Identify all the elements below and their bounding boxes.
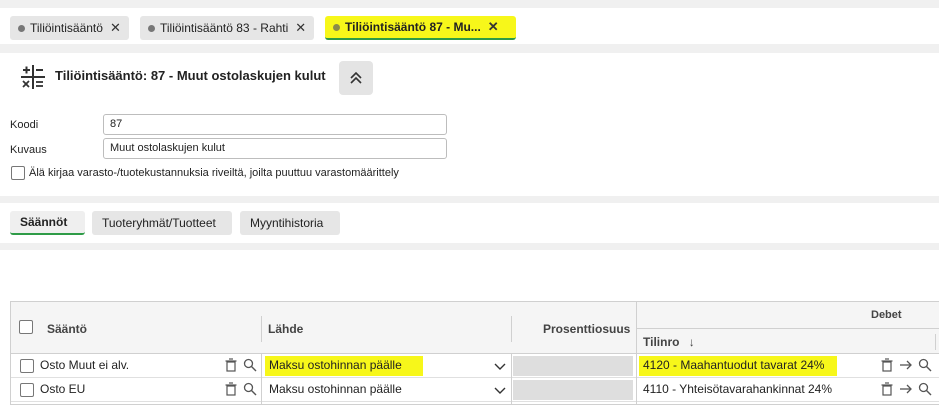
calculator-icon	[21, 65, 45, 89]
double-chevron-up-icon	[350, 71, 362, 84]
search-icon[interactable]	[918, 358, 932, 372]
kuvaus-field[interactable]: Muut ostolaskujen kulut	[103, 138, 447, 159]
tab-tiliointisaanto-87[interactable]: Tiliöintisääntö 87 - Mu... ✕	[325, 16, 516, 40]
tab-label: Tiliöintisääntö	[30, 21, 103, 35]
tab-status-dot	[333, 23, 340, 31]
koodi-field[interactable]: 87	[103, 114, 447, 135]
column-divider[interactable]	[935, 334, 936, 350]
tab-myyntihistoria[interactable]: Myyntihistoria	[240, 211, 340, 235]
inventory-checkbox[interactable]	[11, 166, 25, 180]
column-header-lahde[interactable]: Lähde	[268, 322, 303, 336]
arrow-right-icon[interactable]	[899, 382, 913, 396]
chevron-down-icon[interactable]	[493, 384, 507, 398]
source-select-value[interactable]: Maksu ostohinnan päälle	[269, 358, 402, 372]
column-divider	[636, 354, 637, 405]
account-value[interactable]: 4120 - Maahantuodut tavarat 24%	[643, 358, 824, 372]
tab-tuoteryhmat[interactable]: Tuoteryhmät/Tuotteet	[92, 211, 232, 235]
percentage-cell[interactable]	[513, 356, 633, 376]
collapse-button[interactable]	[339, 61, 373, 95]
column-divider[interactable]	[261, 316, 262, 342]
percentage-cell[interactable]	[513, 380, 633, 400]
row-checkbox[interactable]	[20, 383, 34, 397]
grid-header: Sääntö Lähde Prosenttiosuus Debet Tilinr…	[11, 302, 939, 354]
source-select-value[interactable]: Maksu ostohinnan päälle	[269, 382, 402, 396]
kuvaus-label: Kuvaus	[10, 144, 47, 156]
trash-icon[interactable]	[880, 382, 894, 396]
table-row[interactable]: Osto Muut ei alv. Maksu ostohinnan pääll…	[11, 354, 939, 378]
tab-label: Tiliöintisääntö 87 - Mu...	[345, 20, 481, 34]
column-header-tilinro[interactable]: Tilinro ↓	[643, 335, 695, 349]
chevron-down-icon[interactable]	[493, 360, 507, 374]
tab-status-dot	[148, 24, 155, 32]
column-divider	[511, 354, 512, 405]
close-icon[interactable]: ✕	[295, 20, 306, 36]
rule-name: Osto Muut ei alv.	[40, 358, 130, 372]
trash-icon[interactable]	[224, 382, 238, 396]
tab-status-dot	[18, 24, 25, 32]
inventory-checkbox-label: Älä kirjaa varasto-/tuotekustannuksia ri…	[29, 167, 399, 179]
search-icon[interactable]	[243, 358, 257, 372]
rules-grid-panel: Sääntö Lähde Prosenttiosuus Debet Tilinr…	[0, 250, 939, 405]
column-divider	[261, 354, 262, 405]
column-header-prosenttiosuus[interactable]: Prosenttiosuus	[543, 322, 630, 336]
koodi-label: Koodi	[10, 119, 39, 131]
column-divider[interactable]	[511, 316, 512, 342]
tab-tiliointisaanto-83[interactable]: Tiliöintisääntö 83 - Rahti ✕	[140, 16, 315, 40]
rules-grid: Sääntö Lähde Prosenttiosuus Debet Tilinr…	[10, 301, 939, 405]
tab-label: Tiliöintisääntö 83 - Rahti	[160, 21, 289, 35]
tab-tiliointisaanto[interactable]: Tiliöintisääntö ✕	[10, 16, 129, 40]
header-divider	[637, 328, 939, 329]
page-title: Tiliöintisääntö: 87 - Muut ostolaskujen …	[55, 68, 326, 83]
row-checkbox[interactable]	[20, 359, 34, 373]
table-row[interactable]: Osto EU Maksu ostohinnan päälle 4110 - Y…	[11, 378, 939, 402]
close-icon[interactable]: ✕	[110, 20, 121, 36]
search-icon[interactable]	[918, 382, 932, 396]
column-header-saanto[interactable]: Sääntö	[47, 322, 87, 336]
select-all-checkbox[interactable]	[19, 320, 33, 334]
search-icon[interactable]	[243, 382, 257, 396]
document-tab-bar: Tiliöintisääntö ✕ Tiliöintisääntö 83 - R…	[0, 8, 939, 44]
arrow-right-icon[interactable]	[899, 358, 913, 372]
section-tab-bar: Säännöt Tuoteryhmät/Tuotteet Myyntihisto…	[0, 203, 939, 243]
column-group-debet: Debet	[871, 309, 902, 321]
sort-descending-icon: ↓	[688, 335, 695, 349]
rule-header-panel: Tiliöintisääntö: 87 - Muut ostolaskujen …	[0, 53, 939, 196]
account-value[interactable]: 4110 - Yhteisötavarahankinnat 24%	[643, 382, 832, 396]
rule-name: Osto EU	[40, 382, 86, 396]
tab-saannot[interactable]: Säännöt	[10, 211, 85, 235]
trash-icon[interactable]	[224, 358, 238, 372]
tilinro-label: Tilinro	[643, 335, 680, 349]
close-icon[interactable]: ✕	[488, 19, 499, 35]
trash-icon[interactable]	[880, 358, 894, 372]
